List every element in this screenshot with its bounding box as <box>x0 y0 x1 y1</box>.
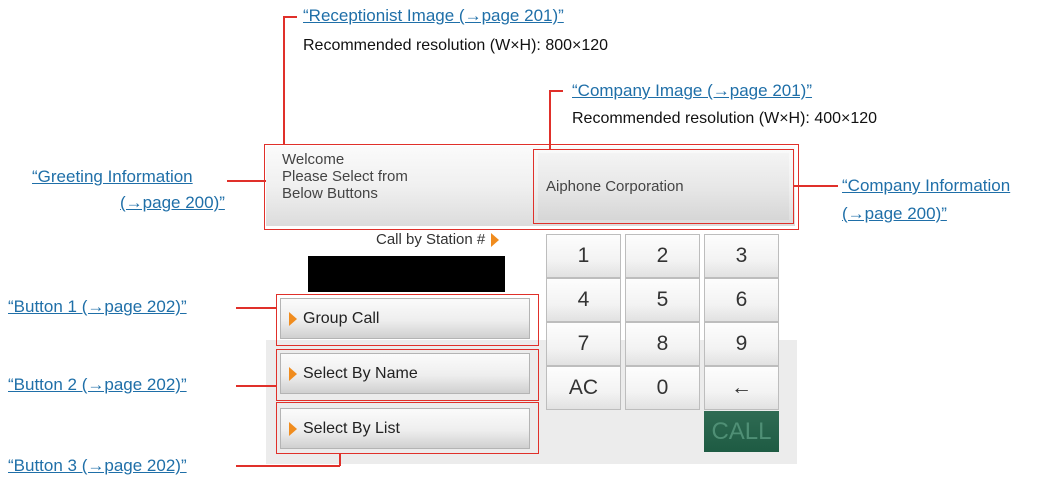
receptionist-leader-line <box>283 16 285 145</box>
button2-callout-box <box>276 349 539 401</box>
keypad-key-9[interactable]: 9 <box>704 322 779 366</box>
greeting-leader-line <box>227 180 266 182</box>
station-number-display <box>308 256 505 292</box>
button3-leader-line <box>236 465 340 467</box>
keypad-key-1[interactable]: 1 <box>546 234 621 278</box>
button3-callout-box <box>276 402 539 454</box>
greeting-information-link[interactable]: “Greeting Information <box>32 167 193 187</box>
receptionist-leader-line <box>283 16 297 18</box>
button1-leader-line <box>236 307 277 309</box>
company-resolution-note: Recommended resolution (W×H): 400×120 <box>572 110 878 127</box>
keypad-key-3[interactable]: 3 <box>704 234 779 278</box>
button2-link[interactable]: “Button 2 (→page 202)” <box>8 375 187 395</box>
keypad-key-ac[interactable]: AC <box>546 366 621 410</box>
receptionist-resolution-note: Recommended resolution (W×H): 800×120 <box>303 37 609 54</box>
button2-leader-line <box>236 385 277 387</box>
call-by-station-text: Call by Station # <box>376 231 486 248</box>
greeting-information-link-page[interactable]: (→page 200)” <box>120 193 225 213</box>
button1-callout-box <box>276 294 539 346</box>
keypad-key-7[interactable]: 7 <box>546 322 621 366</box>
keypad-key-2[interactable]: 2 <box>625 234 700 278</box>
company-image-leader-line <box>549 90 551 150</box>
backspace-arrow-icon[interactable]: ← <box>704 366 779 410</box>
arrow-right-icon <box>491 232 500 247</box>
button3-link[interactable]: “Button 3 (→page 202)” <box>8 456 187 476</box>
company-info-leader-line <box>794 185 838 187</box>
button1-link[interactable]: “Button 1 (→page 202)” <box>8 297 187 317</box>
keypad-key-0[interactable]: 0 <box>625 366 700 410</box>
company-image-callout-box <box>533 149 794 224</box>
keypad-key-6[interactable]: 6 <box>704 278 779 322</box>
company-information-link-page[interactable]: (→page 200)” <box>842 204 947 224</box>
keypad-key-5[interactable]: 5 <box>625 278 700 322</box>
call-by-station-label: Call by Station # <box>376 231 500 248</box>
call-button[interactable]: CALL <box>704 411 779 452</box>
keypad-key-4[interactable]: 4 <box>546 278 621 322</box>
receptionist-image-link[interactable]: “Receptionist Image (→page 201)” <box>303 6 564 26</box>
company-image-leader-line <box>549 90 563 92</box>
company-image-link[interactable]: “Company Image (→page 201)” <box>572 81 812 101</box>
company-information-link[interactable]: “Company Information <box>842 176 1010 196</box>
keypad-key-8[interactable]: 8 <box>625 322 700 366</box>
